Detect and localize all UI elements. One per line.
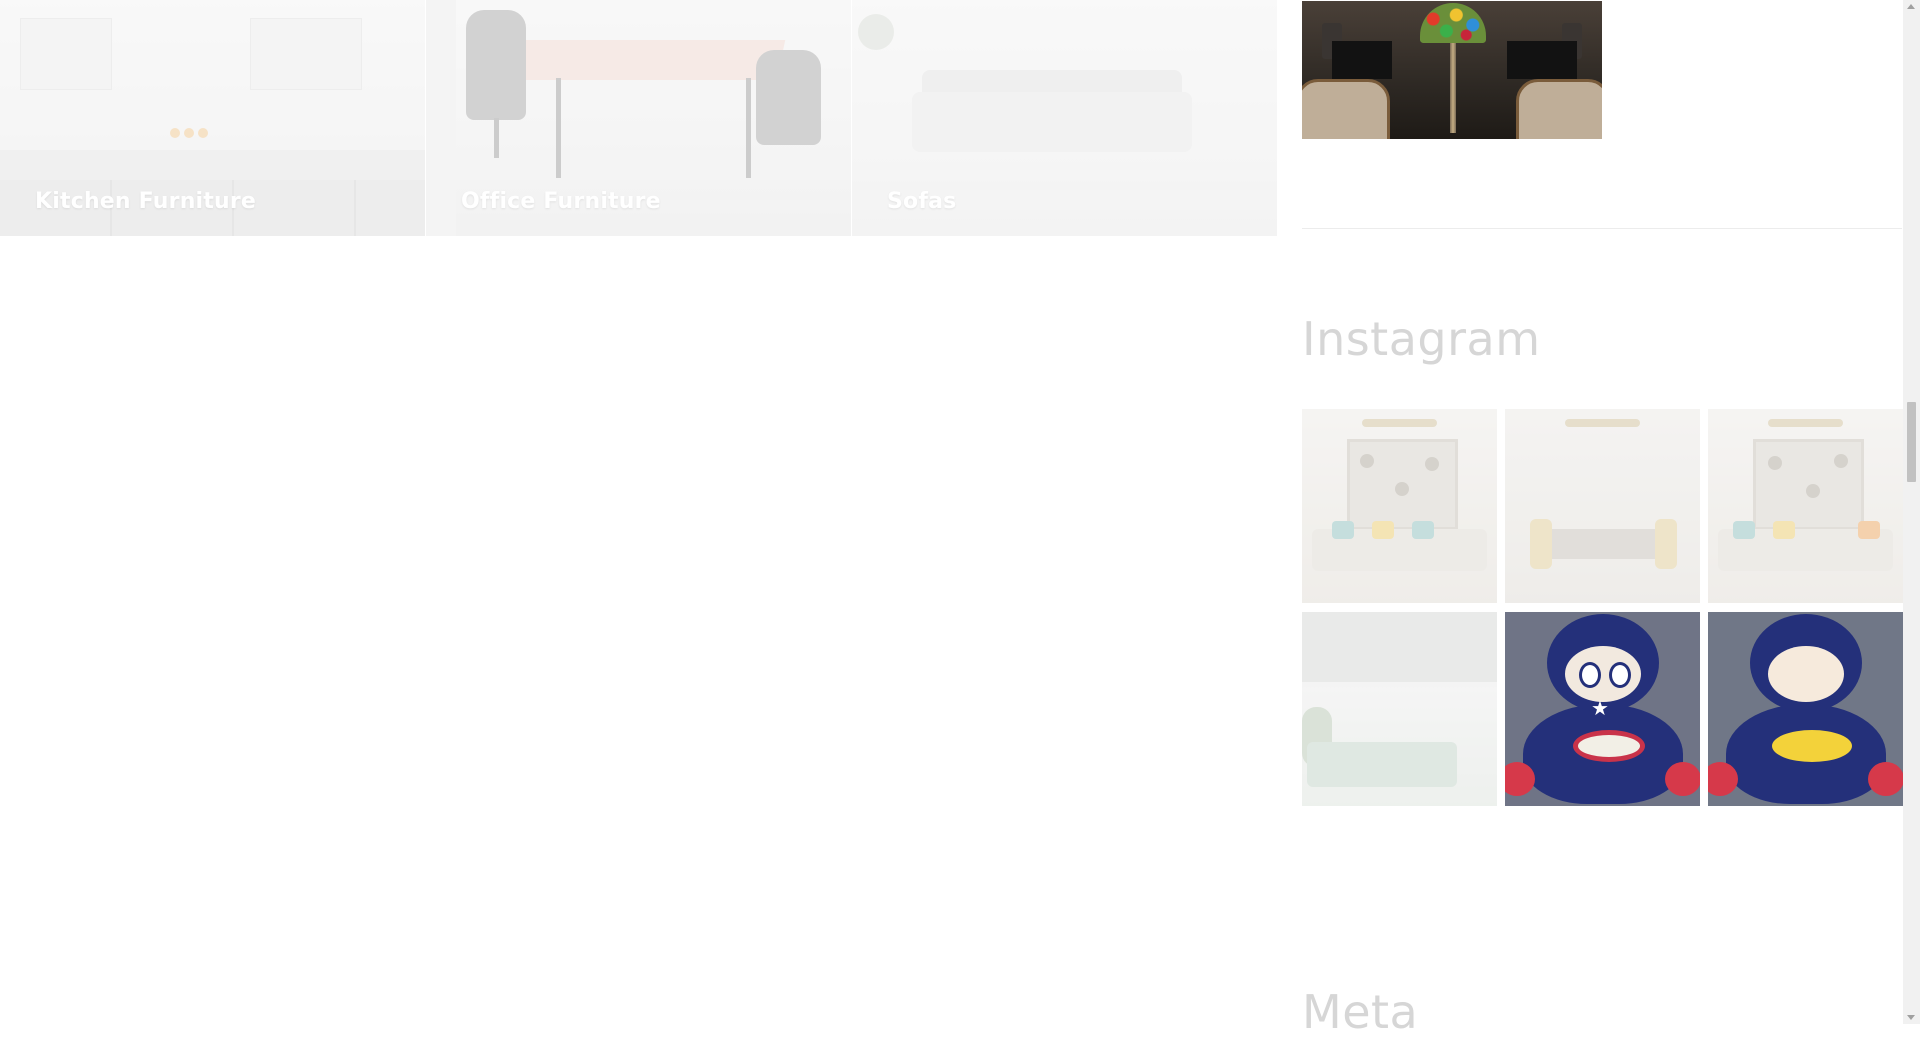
category-sofas[interactable]: Sofas: [851, 0, 1277, 236]
category-label: Sofas: [887, 189, 957, 214]
meta-widget-title: Meta: [1302, 985, 1419, 1039]
category-kitchen-furniture[interactable]: Kitchen Furniture: [0, 0, 425, 236]
category-label: Office Furniture: [461, 189, 661, 214]
scrollbar-thumb[interactable]: [1907, 402, 1916, 482]
category-label: Kitchen Furniture: [35, 189, 257, 214]
page-scrollbar[interactable]: [1903, 0, 1920, 1024]
tiffany-lamp-image[interactable]: [1302, 1, 1602, 139]
instagram-widget-title: Instagram: [1302, 312, 1541, 366]
sidebar: Instagram ★ Meta: [1302, 0, 1903, 1039]
instagram-tile[interactable]: ★: [1505, 612, 1700, 806]
instagram-tile[interactable]: [1505, 409, 1700, 603]
category-office-furniture[interactable]: Office Furniture: [425, 0, 851, 236]
instagram-tile[interactable]: [1302, 409, 1497, 603]
scroll-down-arrow-icon[interactable]: [1907, 1015, 1915, 1020]
instagram-tile[interactable]: [1708, 409, 1903, 603]
sidebar-divider: [1302, 228, 1902, 229]
scroll-up-arrow-icon[interactable]: [1907, 4, 1915, 9]
instagram-tile[interactable]: [1302, 612, 1497, 806]
category-strip: Kitchen Furniture Office Furniture Sofas: [0, 0, 1277, 236]
instagram-tile[interactable]: [1708, 612, 1903, 806]
